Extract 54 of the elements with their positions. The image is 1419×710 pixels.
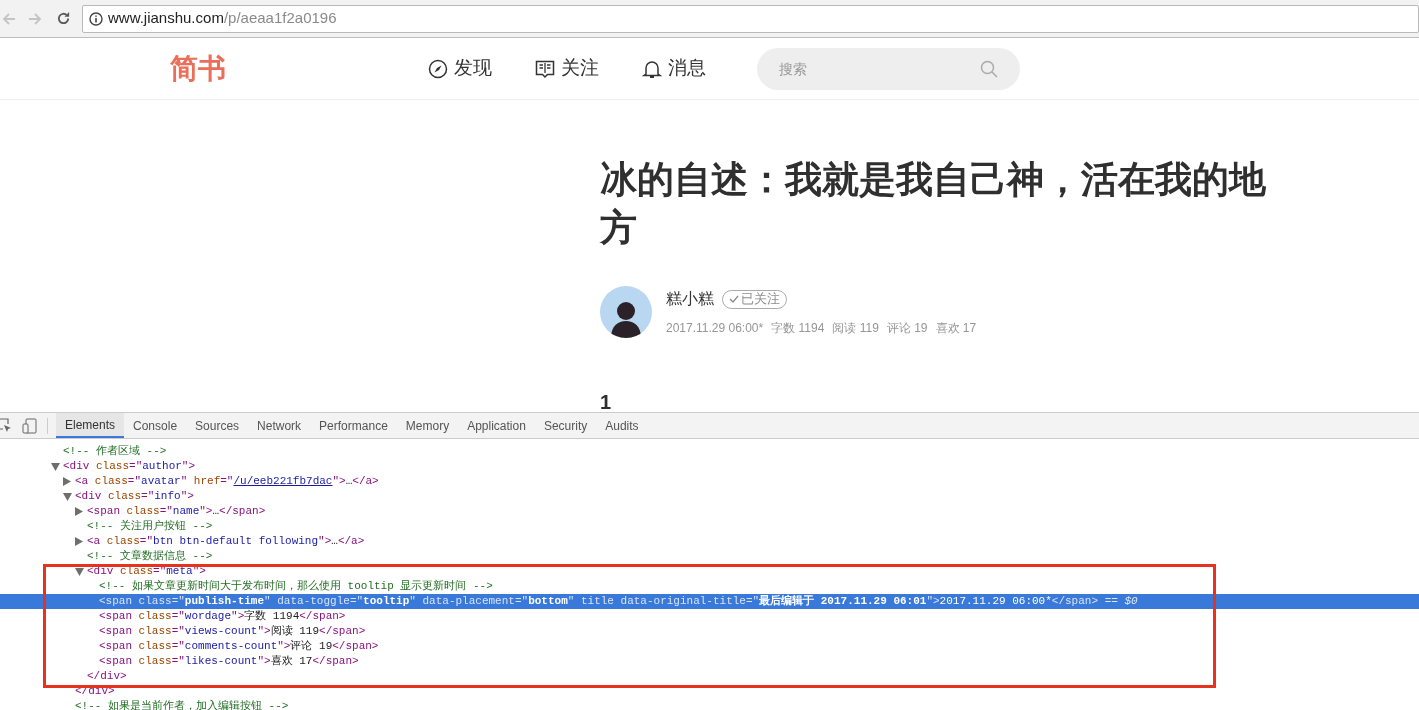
devtools-tab[interactable]: Console: [124, 413, 187, 438]
url-text: www.jianshu.com/p/aeaa1f2a0196: [108, 8, 337, 29]
devtools-tab[interactable]: Audits: [596, 413, 648, 438]
devtools-tab[interactable]: Sources: [186, 413, 249, 438]
author-name[interactable]: 糕小糕: [666, 287, 714, 311]
collapse-arrow-icon[interactable]: [75, 567, 84, 576]
compass-icon: [428, 58, 448, 79]
address-bar[interactable]: www.jianshu.com/p/aeaa1f2a0196: [82, 4, 1419, 33]
tree-row[interactable]: <div class="info">: [0, 489, 1419, 504]
nav-link[interactable]: 关注: [535, 54, 599, 83]
bell-icon: [642, 58, 662, 79]
tree-row[interactable]: <span class="comments-count">评论 19</span>: [0, 639, 1419, 654]
nav-link[interactable]: 消息: [642, 54, 706, 83]
meta-text: 喜欢 17: [935, 320, 977, 337]
devtools-tab[interactable]: Network: [248, 413, 311, 438]
devtools-tab[interactable]: Performance: [310, 413, 397, 438]
collapse-arrow-icon[interactable]: [63, 492, 72, 501]
collapse-arrow-icon[interactable]: [51, 462, 60, 471]
devtools-tab[interactable]: Elements: [56, 413, 125, 438]
tree-row[interactable]: <!-- 关注用户按钮 -->: [0, 519, 1419, 534]
devtools-tab[interactable]: Memory: [396, 413, 459, 438]
code-link[interactable]: /u/eeb221fb7dac: [233, 473, 333, 490]
meta-text: 字数 1194: [771, 320, 825, 337]
devtools-tab[interactable]: Application: [458, 413, 535, 438]
tree-row[interactable]: <span class="publish-time" data-toggle="tooltip" data-placement="bottom" title data-original-title="最后编辑于 2017.11.29 06:01">2017.11.29 06:00*</span> == $0: [0, 594, 1419, 609]
search-field[interactable]: 搜索: [757, 47, 1020, 90]
avatar[interactable]: [600, 286, 652, 338]
tree-row[interactable]: <!-- 如果文章更新时间大于发布时间，那么使用 tooltip 显示更新时间 -->: [0, 579, 1419, 594]
tree-row[interactable]: <span class="wordage">字数 1194</span>: [0, 609, 1419, 624]
expand-arrow-icon[interactable]: [63, 477, 71, 486]
reload-icon[interactable]: [56, 11, 71, 26]
tree-row[interactable]: <span class="likes-count">喜欢 17</span>: [0, 654, 1419, 669]
nav-link[interactable]: 发现: [428, 54, 492, 83]
devtools-tab[interactable]: Security: [534, 413, 597, 438]
expand-arrow-icon[interactable]: [75, 537, 83, 546]
info-icon: [89, 11, 103, 26]
article-title: 冰的自述：我就是我自己神，活在我的地方: [600, 158, 1267, 250]
tree-row[interactable]: </div>: [0, 669, 1419, 684]
meta-text: 阅读 119: [832, 320, 879, 337]
book-icon: [535, 58, 555, 79]
tree-row[interactable]: <span class="name">…</span>: [0, 504, 1419, 519]
tree-row[interactable]: <!-- 文章数据信息 -->: [0, 549, 1419, 564]
tree-row[interactable]: <a class="avatar" href="/u/eeb221fb7dac">…</a>: [0, 474, 1419, 489]
check-icon: [729, 294, 739, 304]
meta-text: 2017.11.29 06:00*: [666, 320, 764, 337]
meta-text: 评论 19: [886, 320, 928, 337]
tree-row[interactable]: <a class="btn btn-default following">…</a>: [0, 534, 1419, 549]
tree-row[interactable]: <div class="author">: [0, 459, 1419, 474]
tree-row[interactable]: <span class="views-count">阅读 119</span>: [0, 624, 1419, 639]
device-icon[interactable]: [22, 417, 37, 434]
section-heading: 1: [600, 390, 613, 414]
expand-arrow-icon[interactable]: [75, 507, 83, 516]
tree-row[interactable]: <!-- 作者区域 -->: [0, 444, 1419, 459]
inspect-icon[interactable]: [0, 418, 12, 433]
